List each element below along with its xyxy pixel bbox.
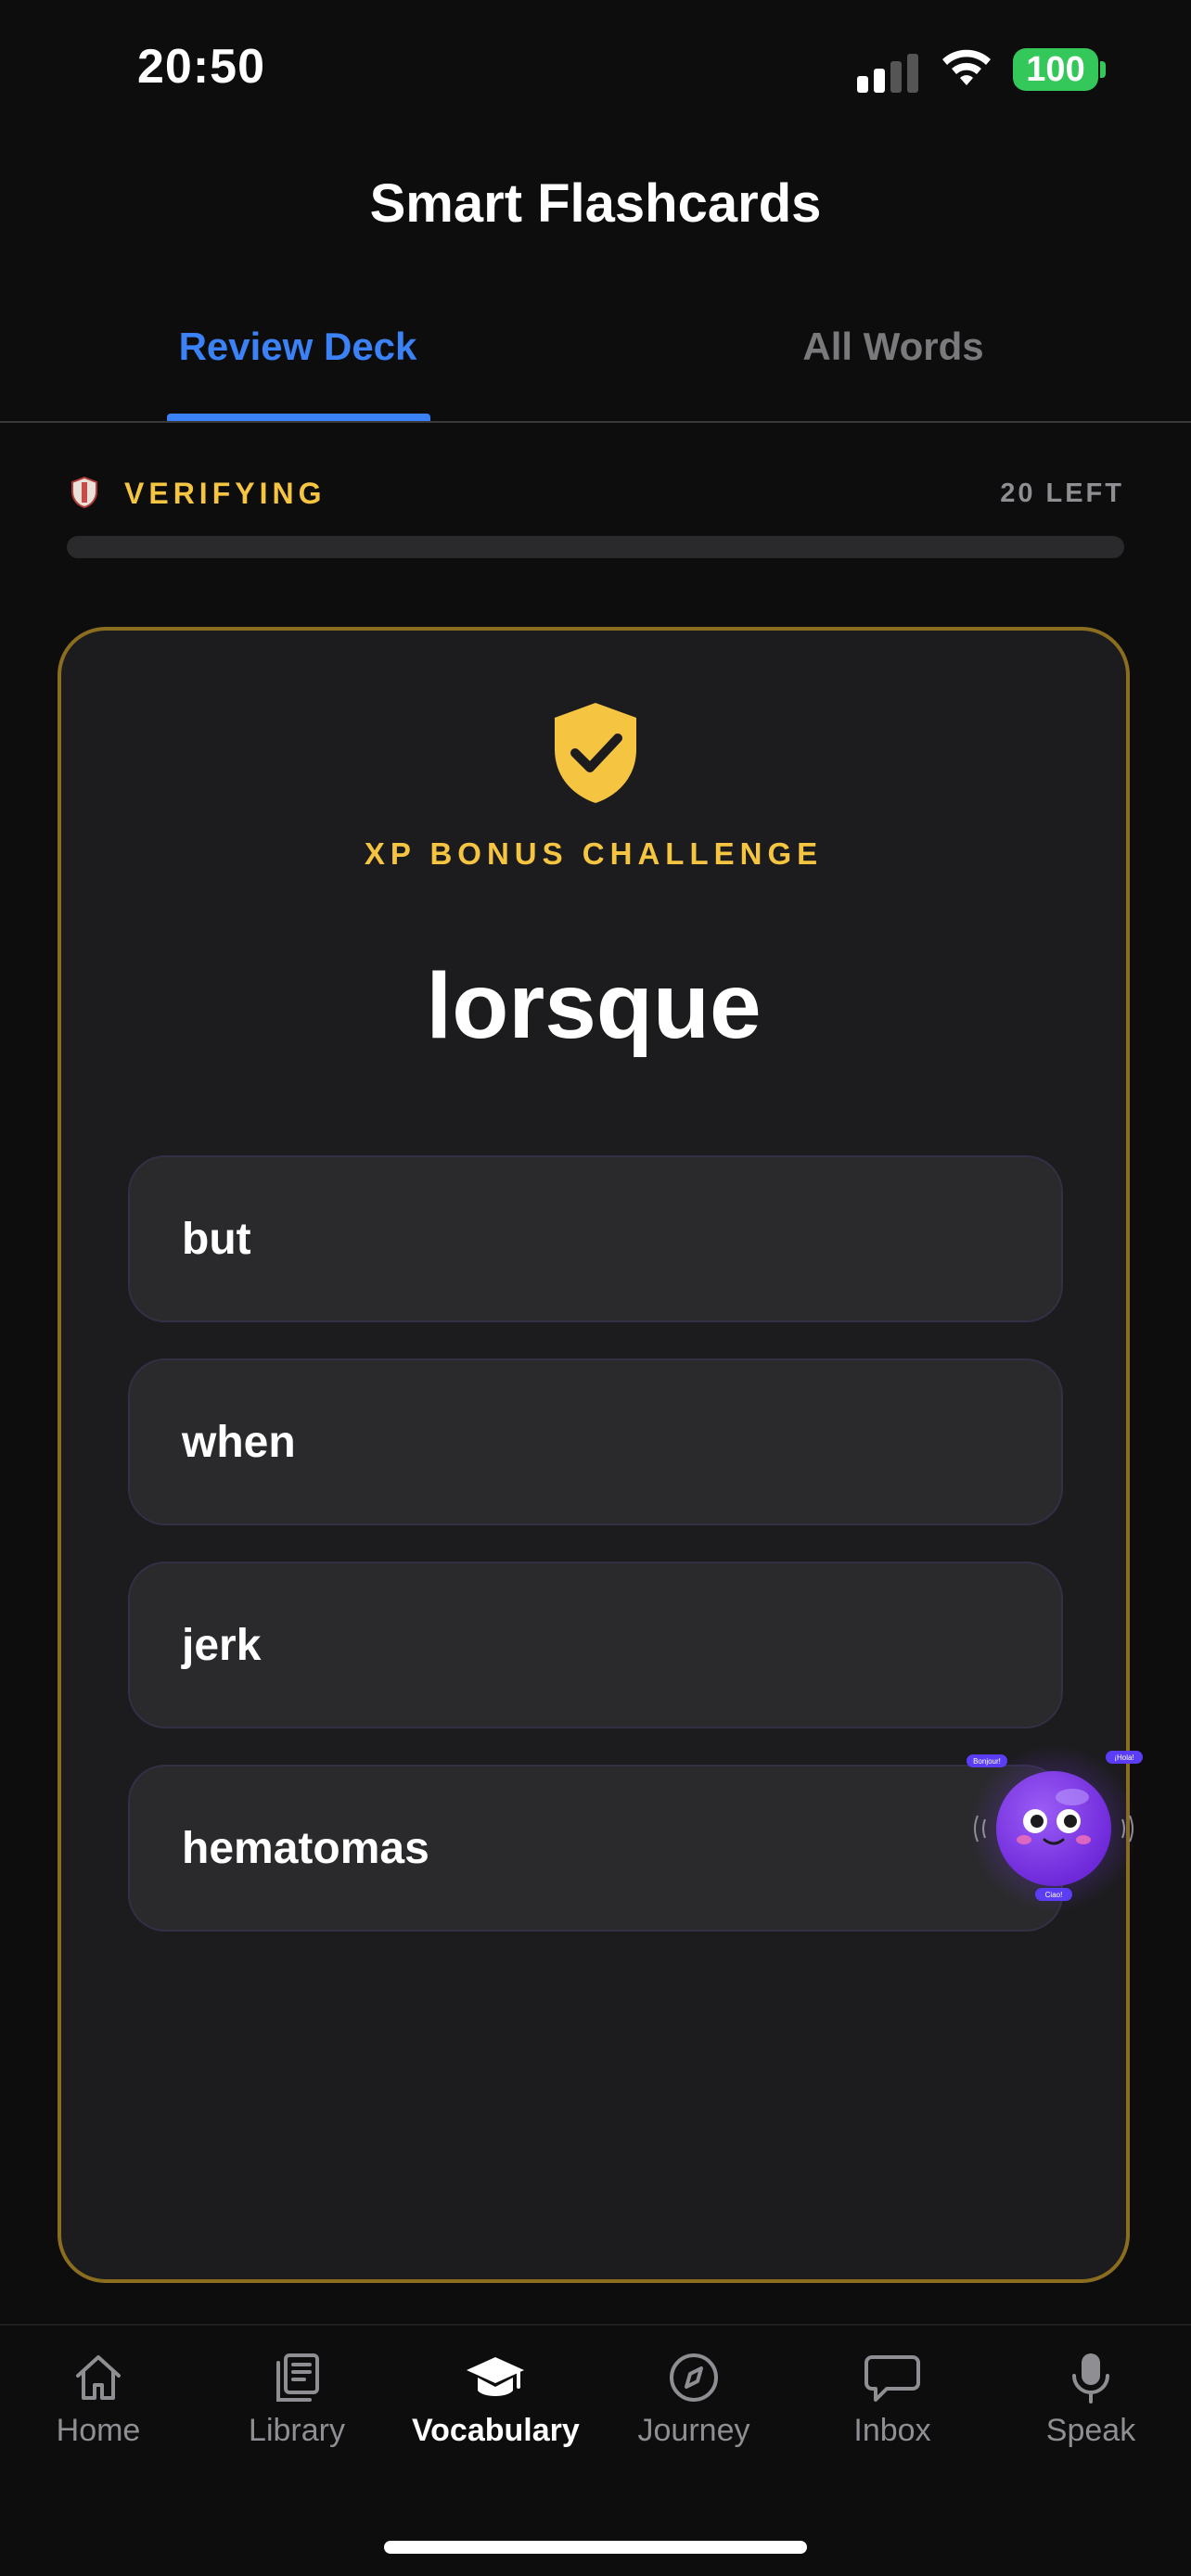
- graduation-cap-icon: [467, 2357, 524, 2396]
- nav-vocabulary[interactable]: Vocabulary: [412, 2350, 580, 2449]
- cellular-signal-icon: [857, 54, 918, 93]
- wifi-icon: [942, 49, 991, 85]
- flashcard-word: lorsque: [426, 954, 762, 1058]
- progress-status-label: VERIFYING: [124, 477, 327, 510]
- active-tab-indicator: [167, 414, 430, 421]
- chat-bubble-icon: [864, 2355, 920, 2402]
- compass-icon: [670, 2353, 718, 2402]
- tab-all-words[interactable]: All Words: [744, 325, 1043, 369]
- shield-check-icon: [555, 703, 636, 803]
- nav-label: Journey: [637, 2413, 750, 2448]
- tab-divider: [0, 421, 1191, 423]
- nav-speak[interactable]: Speak: [1007, 2350, 1174, 2449]
- nav-label: Inbox: [853, 2413, 931, 2448]
- progress-bar: [67, 536, 1124, 558]
- status-time: 20:50: [137, 40, 265, 94]
- library-icon: [276, 2353, 319, 2402]
- microphone-icon: [1072, 2353, 1109, 2404]
- challenge-badge-label: XP BONUS CHALLENGE: [364, 836, 824, 871]
- home-icon: [76, 2355, 121, 2400]
- tab-bar-divider: [0, 2324, 1191, 2326]
- answer-option[interactable]: when: [128, 1358, 1063, 1525]
- remaining-count: 20 LEFT: [1000, 478, 1124, 508]
- battery-indicator: 100: [1013, 48, 1098, 91]
- battery-nub: [1100, 61, 1106, 78]
- answer-option[interactable]: but: [128, 1155, 1063, 1322]
- mascot-bubble-text: Ciao!: [1045, 1891, 1063, 1899]
- nav-inbox[interactable]: Inbox: [809, 2350, 976, 2449]
- nav-label: Home: [56, 2413, 141, 2448]
- answer-option[interactable]: hematomas: [128, 1765, 1063, 1932]
- mascot-bubble-text: ¡Hola!: [1114, 1753, 1133, 1762]
- tab-review-deck[interactable]: Review Deck: [148, 325, 447, 369]
- nav-label: Vocabulary: [412, 2413, 580, 2448]
- nav-home[interactable]: Home: [15, 2350, 182, 2449]
- verify-shield-icon: [71, 477, 97, 508]
- nav-label: Speak: [1045, 2413, 1136, 2448]
- nav-journey[interactable]: Journey: [610, 2350, 777, 2449]
- answer-option[interactable]: jerk: [128, 1562, 1063, 1728]
- home-indicator: [384, 2541, 807, 2554]
- nav-label: Library: [249, 2413, 345, 2448]
- mascot-assistant-button[interactable]: Bonjour! ¡Hola! Ciao!: [965, 1743, 1150, 1910]
- nav-library[interactable]: Library: [213, 2350, 380, 2449]
- page-title: Smart Flashcards: [369, 173, 822, 234]
- mascot-bubble-text: Bonjour!: [973, 1757, 1001, 1766]
